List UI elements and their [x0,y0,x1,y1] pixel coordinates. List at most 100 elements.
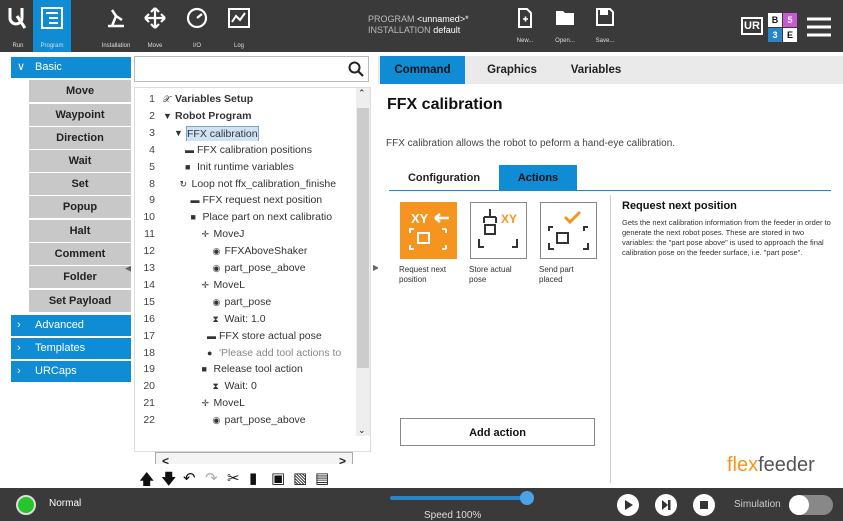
tree-row[interactable]: 4 ▬ FFX calibration positions [135,143,355,158]
status-indicator-icon[interactable] [16,495,36,515]
action-store-actual-pose[interactable]: XY [470,202,527,259]
category-advanced[interactable]: › Advanced [11,315,131,336]
category-urcaps[interactable]: › URCaps [11,361,131,382]
sidebar-item-folder[interactable]: Folder [29,266,131,288]
chevron-down-icon: ∨ [17,61,26,73]
program-tree-icon [41,7,63,29]
tree-row-label: FFXAboveShaker [224,245,308,258]
tree-row[interactable]: 12 ◉ FFXAboveShaker [135,244,355,259]
action-label: Request next position [399,265,447,284]
program-tree: 1 𝒳 Variables Setup 2 ▼ Robot Program 3 ▼ FFX ca… [134,87,371,452]
tree-row[interactable]: 10 ■ Place part on next calibratio [135,210,355,225]
badge-b: B [768,13,782,27]
tree-row[interactable]: 9 ▬ FFX request next position [135,193,355,208]
tree-row[interactable]: 13 ◉ part_pose_above [135,261,355,276]
sidebar-item-halt[interactable]: Halt [29,220,131,242]
action-detail-title: Request next position [622,200,737,212]
tree-row-label: MoveJ [213,228,245,241]
category-templates[interactable]: › Templates [11,338,131,359]
tree-row[interactable]: 8 ↻ Loop not ffx_calibration_finishe [135,177,355,192]
sidebar-item-comment[interactable]: Comment [29,243,131,265]
save-button[interactable]: Save... [590,8,620,48]
tree-row[interactable]: 19 ■ Release tool action [135,362,355,377]
sidebar-item-set-payload[interactable]: Set Payload [29,290,131,312]
tree-row[interactable]: 21 ✛ MoveL [135,396,355,411]
folder-icon: ■ [201,364,207,375]
stop-button[interactable] [693,494,715,516]
tree-row[interactable]: 22 ◉ part_pose_above [135,413,355,428]
tree-row[interactable]: 20 ⧗ Wait: 0 [135,379,355,394]
tab-configuration[interactable]: Configuration [389,165,499,191]
sidebar-item-waypoint[interactable]: Waypoint [29,104,131,126]
tree-row[interactable]: 5 ■ Init runtime variables [135,160,355,175]
tab-graphics[interactable]: Graphics [472,56,552,84]
tree-scrollbar[interactable]: ⌃ ⌄ [356,88,370,436]
undo-icon[interactable]: ↶ [183,469,196,487]
tree-row[interactable]: 17 ▬ FFX store actual pose [135,329,355,344]
open-button[interactable]: Open... [550,8,580,48]
tree-row[interactable]: 14 ✛ MoveL [135,278,355,293]
chevron-right-icon: › [17,319,21,331]
page-description: FFX calibration allows the robot to pefo… [386,138,676,149]
stop-icon [700,501,708,509]
tab-variables[interactable]: Variables [556,56,636,84]
action-send-part-placed[interactable] [540,202,597,259]
sidebar-item-popup[interactable]: Popup [29,196,131,218]
tree-row-label: part_pose_above [224,414,306,427]
speed-slider[interactable] [390,496,528,500]
new-file-icon [518,8,532,28]
installation-button[interactable]: Installation [96,0,136,52]
simulation-toggle[interactable] [789,495,833,515]
tab-command[interactable]: Command [380,56,465,84]
sidebar-item-wait[interactable]: Wait [29,150,131,172]
suppress-icon[interactable]: ▤ [315,469,329,487]
expand-arrow-icon: ▼ [174,127,183,138]
tree-row[interactable]: 3 ▼ FFX calibration [135,125,355,141]
search-input[interactable] [134,56,369,82]
line-number: 18 [143,346,155,359]
add-action-button[interactable]: Add action [400,418,595,446]
step-button[interactable] [655,494,677,516]
badge-e: E [783,28,797,42]
tree-row[interactable]: 18 ● 'Please add tool actions to [135,346,355,361]
folder-icon: ■ [185,161,191,172]
hamburger-menu-icon[interactable] [806,16,832,38]
copy-icon[interactable]: ▮ [249,469,257,487]
badge-grid[interactable]: B 5 3 E [768,13,798,43]
scroll-thumb[interactable] [357,108,369,368]
tree-row[interactable]: 15 ◉ part_pose [135,295,355,310]
log-button[interactable]: Log [222,0,256,52]
line-number: 3 [149,126,155,139]
new-button[interactable]: New... [510,8,540,48]
move-button[interactable]: Move [138,0,172,52]
io-button[interactable]: I/O [180,0,214,52]
sidebar-item-set[interactable]: Set [29,173,131,195]
scroll-down-icon[interactable]: ⌄ [358,425,366,436]
tab-actions[interactable]: Actions [499,165,577,191]
run-button[interactable]: Run [4,0,32,52]
redo-icon[interactable]: ↷ [205,469,218,487]
category-basic[interactable]: ∨ Basic [11,57,131,78]
paste-icon[interactable]: ▣ [271,469,285,487]
tree-row[interactable]: 1 𝒳 Variables Setup [135,92,355,107]
search-icon[interactable] [348,61,364,77]
speed-label: Speed 100% [424,510,482,521]
program-button[interactable]: Program [33,0,71,52]
cut-icon[interactable]: ✂ [227,469,240,487]
action-request-next-position[interactable]: XY [400,202,457,259]
action-detail-description: Gets the next calibration information fr… [622,218,831,257]
sidebar-item-move[interactable]: Move [29,80,131,102]
line-number: 11 [144,228,155,241]
tree-row[interactable]: 2 ▼ Robot Program [135,109,355,124]
speed-slider-handle[interactable] [520,491,534,505]
sidebar-item-direction[interactable]: Direction [29,127,131,149]
chevron-right-icon: › [17,365,21,377]
command-pane: Command Graphics Variables FFX calibrati… [378,52,843,488]
play-button[interactable] [617,494,639,516]
tree-row[interactable]: 16 ⧗ Wait: 1.0 [135,312,355,327]
scroll-up-icon[interactable]: ⌃ [358,88,366,99]
top-bar: Run Program Installation Move I/O Log PR… [0,0,843,52]
delete-icon[interactable]: ▧ [293,469,307,487]
ur-plus-icon[interactable]: UR [741,17,763,35]
tree-row[interactable]: 11 ✛ MoveJ [135,227,355,242]
